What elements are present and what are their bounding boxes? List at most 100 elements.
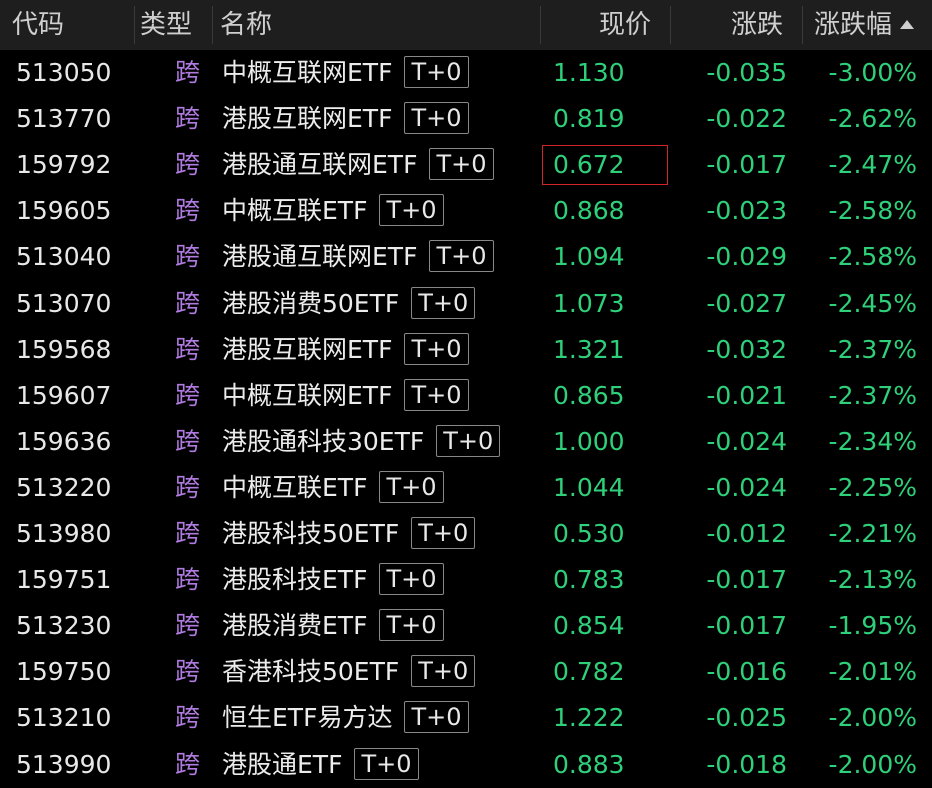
table-row[interactable]: 513040 跨港股通互联网ETF T+0 1.094 -0.029 -2.58% <box>0 234 932 280</box>
column-divider <box>134 6 135 44</box>
table-row[interactable]: 513050 跨中概互联网ETF T+0 1.130 -0.035 -3.00% <box>0 50 932 96</box>
security-code: 159636 <box>16 426 112 456</box>
trading-tag: T+0 <box>411 286 476 319</box>
security-name: 港股通ETF <box>222 749 343 779</box>
price-change: -0.023 <box>706 196 787 226</box>
last-price: 0.782 <box>553 657 625 687</box>
security-code: 513210 <box>16 703 112 733</box>
table-row[interactable]: 513990 跨港股通ETF T+0 0.883 -0.018 -2.00% <box>0 742 932 788</box>
price-change: -0.025 <box>706 703 787 733</box>
table-row[interactable]: 159751 跨港股科技ETF T+0 0.783 -0.017 -2.13% <box>0 557 932 603</box>
last-price: 1.000 <box>553 426 625 456</box>
last-price: 0.819 <box>553 104 625 134</box>
price-change: -0.027 <box>706 288 787 318</box>
column-divider <box>212 6 213 44</box>
sort-ascending-icon[interactable] <box>900 20 915 29</box>
table-row[interactable]: 159750 跨香港科技50ETF T+0 0.782 -0.016 -2.01% <box>0 649 932 695</box>
security-name-cell: 港股科技50ETF T+0 <box>222 511 476 557</box>
security-name-cell: 港股互联网ETF T+0 <box>222 96 469 142</box>
security-name: 港股科技ETF <box>222 565 368 595</box>
price-change: -0.017 <box>706 611 787 641</box>
security-code: 159751 <box>16 565 112 595</box>
security-name-cell: 港股消费ETF T+0 <box>222 603 444 649</box>
security-code: 513990 <box>16 749 112 779</box>
last-price: 0.530 <box>553 519 625 548</box>
table-row[interactable]: 513770 跨港股互联网ETF T+0 0.819 -0.022 -2.62% <box>0 96 932 142</box>
security-name: 港股科技50ETF <box>222 519 400 548</box>
price-change-pct: -2.13% <box>828 565 917 595</box>
last-price: 1.073 <box>553 288 625 318</box>
security-name-cell: 港股通ETF T+0 <box>222 742 419 788</box>
trading-tag: T+0 <box>404 332 469 365</box>
trading-tag: T+0 <box>404 701 469 734</box>
security-name: 港股消费50ETF <box>222 288 400 318</box>
price-change: -0.022 <box>706 104 787 134</box>
column-header-price[interactable]: 现价 <box>599 0 651 50</box>
security-name: 港股通互联网ETF <box>222 150 418 180</box>
column-header-name[interactable]: 名称 <box>220 0 272 50</box>
security-code: 159605 <box>16 196 112 226</box>
table-row[interactable]: 513070 跨港股消费50ETF T+0 1.073 -0.027 -2.45% <box>0 281 932 327</box>
last-price: 0.854 <box>553 611 625 641</box>
security-name-cell: 中概互联网ETF T+0 <box>222 373 469 419</box>
market-type-badge: 跨 <box>175 288 201 318</box>
table-row[interactable]: 159792 跨港股通互联网ETF T+0 0.672 -0.017 -2.47% <box>0 142 932 188</box>
price-change-pct: -1.95% <box>828 611 917 641</box>
price-change: -0.018 <box>706 749 787 779</box>
price-change: -0.021 <box>706 380 787 410</box>
market-type-badge: 跨 <box>175 196 201 226</box>
table-row[interactable]: 513220 跨中概互联ETF T+0 1.044 -0.024 -2.25% <box>0 465 932 511</box>
market-type-badge: 跨 <box>175 703 201 733</box>
price-change-pct: -2.45% <box>828 288 917 318</box>
price-change-pct: -2.00% <box>828 749 917 779</box>
security-code: 513050 <box>16 58 112 87</box>
security-name: 港股通科技30ETF <box>222 426 425 456</box>
column-header-change-pct[interactable]: 涨跌幅 <box>814 0 915 50</box>
table-row[interactable]: 159568 跨港股互联网ETF T+0 1.321 -0.032 -2.37% <box>0 327 932 373</box>
price-change: -0.032 <box>706 334 787 364</box>
security-name-cell: 港股通科技30ETF T+0 <box>222 419 501 465</box>
column-header-code[interactable]: 代码 <box>12 0 64 50</box>
last-price: 0.865 <box>553 380 625 410</box>
security-name: 中概互联ETF <box>222 472 368 502</box>
security-name: 中概互联网ETF <box>222 380 393 410</box>
table-row[interactable]: 159605 跨中概互联ETF T+0 0.868 -0.023 -2.58% <box>0 188 932 234</box>
table-row[interactable]: 513210 跨恒生ETF易方达 T+0 1.222 -0.025 -2.00% <box>0 695 932 741</box>
trading-tag: T+0 <box>404 56 469 88</box>
security-name: 恒生ETF易方达 <box>222 703 393 733</box>
price-change: -0.029 <box>706 242 787 272</box>
trading-tag: T+0 <box>429 148 494 181</box>
trading-tag: T+0 <box>404 378 469 411</box>
price-change: -0.017 <box>706 565 787 595</box>
selected-cell-outline <box>542 145 668 186</box>
last-price: 0.868 <box>553 196 625 226</box>
security-name-cell: 中概互联网ETF T+0 <box>222 50 469 96</box>
table-row[interactable]: 159636 跨港股通科技30ETF T+0 1.000 -0.024 -2.34% <box>0 419 932 465</box>
market-type-badge: 跨 <box>175 749 201 779</box>
security-name-cell: 香港科技50ETF T+0 <box>222 649 476 695</box>
column-header-change[interactable]: 涨跌 <box>731 0 783 50</box>
security-name: 中概互联网ETF <box>222 58 393 87</box>
market-type-badge: 跨 <box>175 519 201 548</box>
table-row[interactable]: 159607 跨中概互联网ETF T+0 0.865 -0.021 -2.37% <box>0 373 932 419</box>
security-name: 港股通互联网ETF <box>222 242 418 272</box>
table-row[interactable]: 513230 跨港股消费ETF T+0 0.854 -0.017 -1.95% <box>0 603 932 649</box>
security-code: 513770 <box>16 104 112 134</box>
market-type-badge: 跨 <box>175 611 201 641</box>
market-type-badge: 跨 <box>175 380 201 410</box>
security-name: 中概互联ETF <box>222 196 368 226</box>
security-name-cell: 恒生ETF易方达 T+0 <box>222 695 469 741</box>
price-change-pct: -2.01% <box>828 657 917 687</box>
column-header-type[interactable]: 类型 <box>140 0 192 50</box>
security-name-cell: 港股通互联网ETF T+0 <box>222 142 494 188</box>
market-type-badge: 跨 <box>175 150 201 180</box>
market-type-badge: 跨 <box>175 334 201 364</box>
table-row[interactable]: 513980 跨港股科技50ETF T+0 0.530 -0.012 -2.21% <box>0 511 932 557</box>
market-type-badge: 跨 <box>175 472 201 502</box>
security-name-cell: 港股通互联网ETF T+0 <box>222 234 494 280</box>
trading-tag: T+0 <box>379 194 444 227</box>
table-header: 代码 类型 名称 现价 涨跌 涨跌幅 <box>0 0 932 50</box>
trading-tag: T+0 <box>411 655 476 688</box>
trading-tag: T+0 <box>379 563 444 596</box>
price-change: -0.016 <box>706 657 787 687</box>
